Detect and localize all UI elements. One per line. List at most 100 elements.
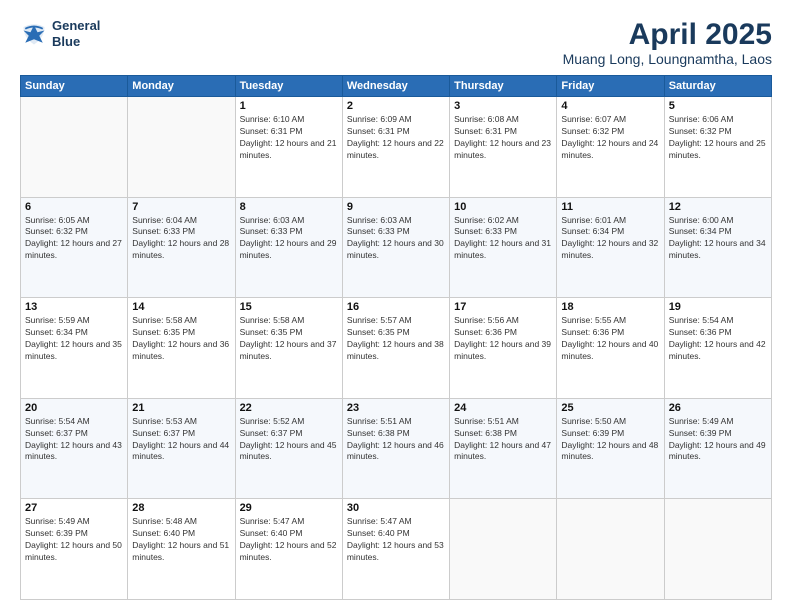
day-detail: Sunrise: 6:09 AMSunset: 6:31 PMDaylight:… (347, 114, 445, 162)
day-detail: Sunrise: 5:53 AMSunset: 6:37 PMDaylight:… (132, 416, 230, 464)
calendar-body: 1Sunrise: 6:10 AMSunset: 6:31 PMDaylight… (21, 97, 772, 600)
day-detail: Sunrise: 5:49 AMSunset: 6:39 PMDaylight:… (25, 516, 123, 564)
day-number: 10 (454, 201, 552, 213)
day-number: 9 (347, 201, 445, 213)
day-detail: Sunrise: 5:47 AMSunset: 6:40 PMDaylight:… (347, 516, 445, 564)
calendar-cell: 4 Sunrise: 6:07 AMSunset: 6:32 PMDaylight… (557, 97, 664, 198)
col-monday: Monday (128, 76, 235, 97)
day-detail: Sunrise: 6:03 AMSunset: 6:33 PMDaylight:… (240, 215, 338, 263)
day-detail: Sunrise: 5:54 AMSunset: 6:37 PMDaylight:… (25, 416, 123, 464)
calendar-cell: 18 Sunrise: 5:55 AMSunset: 6:36 PMDayligh… (557, 298, 664, 399)
title-block: April 2025 Muang Long, Loungnamtha, Laos (563, 18, 772, 67)
day-number: 11 (561, 201, 659, 213)
calendar-cell: 8 Sunrise: 6:03 AMSunset: 6:33 PMDaylight… (235, 197, 342, 298)
day-detail: Sunrise: 5:54 AMSunset: 6:36 PMDaylight:… (669, 315, 767, 363)
logo-line2: Blue (52, 34, 100, 50)
calendar-week-row: 1Sunrise: 6:10 AMSunset: 6:31 PMDaylight… (21, 97, 772, 198)
calendar-week-row: 20 Sunrise: 5:54 AMSunset: 6:37 PMDayligh… (21, 398, 772, 499)
day-number: 13 (25, 301, 123, 313)
day-number: 22 (240, 402, 338, 414)
day-detail: Sunrise: 5:56 AMSunset: 6:36 PMDaylight:… (454, 315, 552, 363)
logo-text-block: General Blue (52, 18, 100, 49)
calendar-cell: 19Sunrise: 5:54 AMSunset: 6:36 PMDayligh… (664, 298, 771, 399)
logo-icon (20, 20, 48, 48)
day-number: 5 (669, 100, 767, 112)
calendar-week-row: 27 Sunrise: 5:49 AMSunset: 6:39 PMDayligh… (21, 499, 772, 600)
calendar-cell: 24 Sunrise: 5:51 AMSunset: 6:38 PMDayligh… (450, 398, 557, 499)
day-detail: Sunrise: 5:51 AMSunset: 6:38 PMDaylight:… (454, 416, 552, 464)
day-number: 14 (132, 301, 230, 313)
calendar-cell: 13 Sunrise: 5:59 AMSunset: 6:34 PMDayligh… (21, 298, 128, 399)
day-number: 6 (25, 201, 123, 213)
day-number: 8 (240, 201, 338, 213)
day-number: 26 (669, 402, 767, 414)
day-number: 27 (25, 502, 123, 514)
calendar-cell: 22Sunrise: 5:52 AMSunset: 6:37 PMDayligh… (235, 398, 342, 499)
calendar-cell: 11 Sunrise: 6:01 AMSunset: 6:34 PMDayligh… (557, 197, 664, 298)
calendar-cell: 1Sunrise: 6:10 AMSunset: 6:31 PMDaylight… (235, 97, 342, 198)
day-number: 18 (561, 301, 659, 313)
location-title: Muang Long, Loungnamtha, Laos (563, 51, 772, 67)
day-number: 20 (25, 402, 123, 414)
calendar-cell (128, 97, 235, 198)
calendar-cell: 25 Sunrise: 5:50 AMSunset: 6:39 PMDayligh… (557, 398, 664, 499)
day-detail: Sunrise: 5:49 AMSunset: 6:39 PMDaylight:… (669, 416, 767, 464)
day-number: 24 (454, 402, 552, 414)
calendar-cell (557, 499, 664, 600)
calendar-cell: 27 Sunrise: 5:49 AMSunset: 6:39 PMDayligh… (21, 499, 128, 600)
calendar-week-row: 13 Sunrise: 5:59 AMSunset: 6:34 PMDayligh… (21, 298, 772, 399)
day-number: 29 (240, 502, 338, 514)
day-number: 17 (454, 301, 552, 313)
calendar-cell: 23 Sunrise: 5:51 AMSunset: 6:38 PMDayligh… (342, 398, 449, 499)
calendar-cell: 20 Sunrise: 5:54 AMSunset: 6:37 PMDayligh… (21, 398, 128, 499)
day-number: 30 (347, 502, 445, 514)
day-number: 28 (132, 502, 230, 514)
calendar-cell: 5Sunrise: 6:06 AMSunset: 6:32 PMDaylight… (664, 97, 771, 198)
day-detail: Sunrise: 5:55 AMSunset: 6:36 PMDaylight:… (561, 315, 659, 363)
day-detail: Sunrise: 6:05 AMSunset: 6:32 PMDaylight:… (25, 215, 123, 263)
day-number: 2 (347, 100, 445, 112)
day-number: 25 (561, 402, 659, 414)
day-number: 15 (240, 301, 338, 313)
logo-line1: General (52, 18, 100, 34)
day-detail: Sunrise: 6:02 AMSunset: 6:33 PMDaylight:… (454, 215, 552, 263)
day-detail: Sunrise: 6:00 AMSunset: 6:34 PMDaylight:… (669, 215, 767, 263)
calendar-cell (450, 499, 557, 600)
calendar-cell: 17 Sunrise: 5:56 AMSunset: 6:36 PMDayligh… (450, 298, 557, 399)
day-number: 4 (561, 100, 659, 112)
calendar-cell: 28 Sunrise: 5:48 AMSunset: 6:40 PMDayligh… (128, 499, 235, 600)
calendar-header: Sunday Monday Tuesday Wednesday Thursday… (21, 76, 772, 97)
calendar-cell: 12 Sunrise: 6:00 AMSunset: 6:34 PMDayligh… (664, 197, 771, 298)
calendar-cell: 30 Sunrise: 5:47 AMSunset: 6:40 PMDayligh… (342, 499, 449, 600)
day-detail: Sunrise: 6:10 AMSunset: 6:31 PMDaylight:… (240, 114, 338, 162)
day-number: 23 (347, 402, 445, 414)
day-number: 3 (454, 100, 552, 112)
day-detail: Sunrise: 6:08 AMSunset: 6:31 PMDaylight:… (454, 114, 552, 162)
calendar-cell: 7Sunrise: 6:04 AMSunset: 6:33 PMDaylight… (128, 197, 235, 298)
day-detail: Sunrise: 5:50 AMSunset: 6:39 PMDaylight:… (561, 416, 659, 464)
day-detail: Sunrise: 6:01 AMSunset: 6:34 PMDaylight:… (561, 215, 659, 263)
day-detail: Sunrise: 5:47 AMSunset: 6:40 PMDaylight:… (240, 516, 338, 564)
calendar-page: General Blue April 2025 Muang Long, Loun… (0, 0, 792, 612)
month-title: April 2025 (563, 18, 772, 51)
calendar-cell: 3 Sunrise: 6:08 AMSunset: 6:31 PMDaylight… (450, 97, 557, 198)
calendar-week-row: 6 Sunrise: 6:05 AMSunset: 6:32 PMDaylight… (21, 197, 772, 298)
calendar-cell (21, 97, 128, 198)
day-detail: Sunrise: 5:51 AMSunset: 6:38 PMDaylight:… (347, 416, 445, 464)
day-detail: Sunrise: 5:59 AMSunset: 6:34 PMDaylight:… (25, 315, 123, 363)
day-detail: Sunrise: 5:48 AMSunset: 6:40 PMDaylight:… (132, 516, 230, 564)
logo: General Blue (20, 18, 100, 49)
calendar-cell (664, 499, 771, 600)
day-number: 12 (669, 201, 767, 213)
col-thursday: Thursday (450, 76, 557, 97)
col-wednesday: Wednesday (342, 76, 449, 97)
calendar-cell: 16Sunrise: 5:57 AMSunset: 6:35 PMDayligh… (342, 298, 449, 399)
col-tuesday: Tuesday (235, 76, 342, 97)
day-number: 16 (347, 301, 445, 313)
col-sunday: Sunday (21, 76, 128, 97)
col-friday: Friday (557, 76, 664, 97)
day-number: 21 (132, 402, 230, 414)
day-detail: Sunrise: 6:07 AMSunset: 6:32 PMDaylight:… (561, 114, 659, 162)
day-detail: Sunrise: 6:03 AMSunset: 6:33 PMDaylight:… (347, 215, 445, 263)
calendar-cell: 14Sunrise: 5:58 AMSunset: 6:35 PMDayligh… (128, 298, 235, 399)
